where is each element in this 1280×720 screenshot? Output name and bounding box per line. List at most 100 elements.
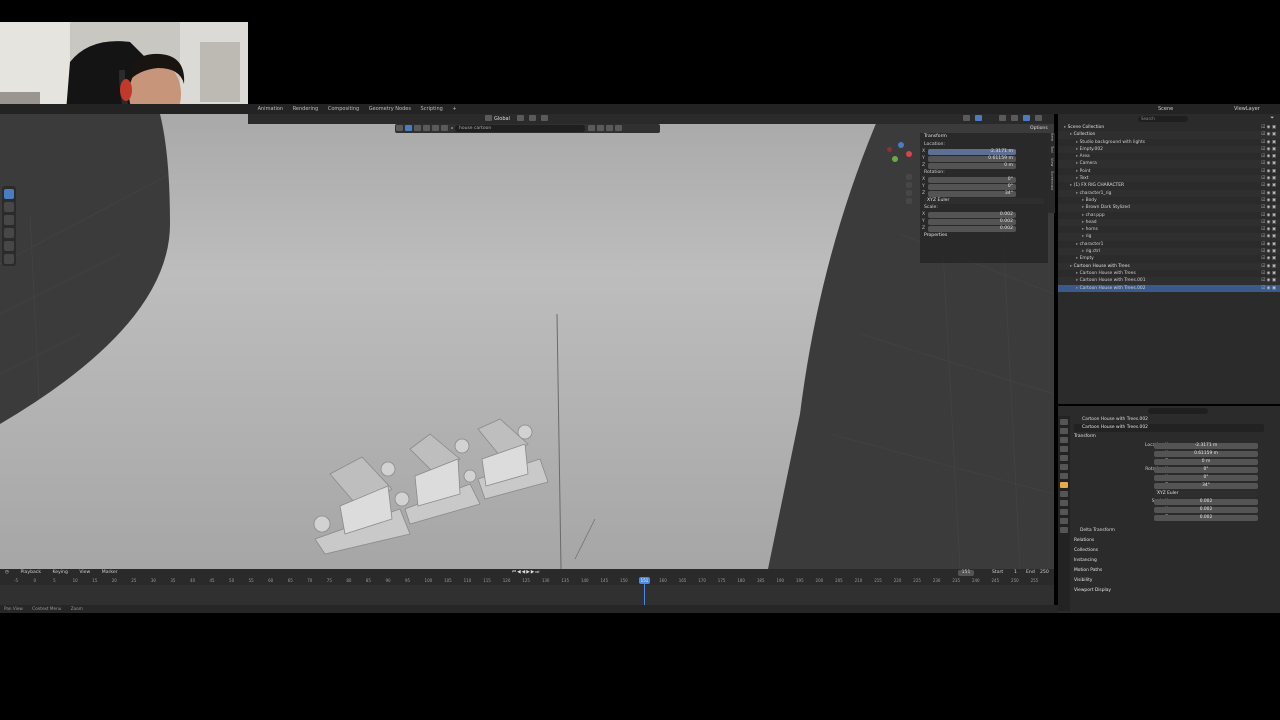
outliner-row[interactable]: ▸ horns ☑ ◉ ▣ <box>1058 226 1280 233</box>
outliner-row[interactable]: ▸ Text ☑ ◉ ▣ <box>1058 175 1280 183</box>
scale-z-field[interactable]: 0.002 <box>1154 514 1258 522</box>
n-rotation-y-field[interactable]: 0° <box>928 183 1016 190</box>
n-tab-view[interactable]: View <box>1050 158 1054 166</box>
visibility-eye-icon[interactable]: ☑ ◉ ▣ <box>1261 190 1276 197</box>
view-layer-selector[interactable]: ViewLayer <box>1234 104 1260 114</box>
outliner-row[interactable]: ▸ head ☑ ◉ ▣ <box>1058 218 1280 227</box>
n-properties-header[interactable]: Properties <box>920 232 1048 240</box>
visibility-eye-icon[interactable]: ☑ ◉ ▣ <box>1261 270 1276 277</box>
n-rotation-z-field[interactable]: 34° <box>928 190 1016 197</box>
select-invert-icon[interactable] <box>432 125 439 131</box>
scene-selector[interactable]: Scene <box>1158 104 1173 114</box>
visibility-eye-icon[interactable]: ☑ ◉ ▣ <box>1261 219 1276 226</box>
output-props-tab-icon[interactable] <box>1060 437 1068 443</box>
cursor-tool-icon[interactable] <box>4 202 14 212</box>
outliner-row[interactable]: ▸ Studio background with lights ☑ ◉ ▣ <box>1058 139 1280 146</box>
location-y-field[interactable]: 0.61159 m <box>1154 450 1258 458</box>
outliner-row[interactable]: ▸ char.ppp ☑ ◉ ▣ <box>1058 212 1280 219</box>
outliner-row[interactable]: ▸ (1) FX RIG CHARACTER ☑ ◉ ▣ <box>1058 182 1280 189</box>
viewport-display-panel[interactable]: Viewport Display <box>1058 586 1280 596</box>
outliner-row[interactable]: ▸ rig ☑ ◉ ▣ <box>1058 233 1280 241</box>
tab-compositing[interactable]: Compositing <box>324 104 363 114</box>
scale-y-field[interactable]: 0.002 <box>1154 506 1258 514</box>
visibility-eye-icon[interactable]: ☑ ◉ ▣ <box>1261 131 1276 138</box>
object-name-field[interactable]: Cartoon House with Trees.002 <box>1074 424 1264 432</box>
n-tab-screencast[interactable]: Screencast <box>1050 171 1054 190</box>
outliner-row[interactable]: ▸ Cartoon House with Trees ☑ ◉ ▣ <box>1058 270 1280 277</box>
visibility-eye-icon[interactable]: ☑ ◉ ▣ <box>1261 204 1276 211</box>
hand-pan-icon[interactable] <box>906 182 912 188</box>
data-props-tab-icon[interactable] <box>1060 518 1068 524</box>
transform-orientation-dropdown[interactable]: Global <box>494 114 510 124</box>
frame-ruler[interactable]: -5 0 5 10 15 20 25 30 35 40 45 50 55 60 65 70 75 80 85 90 95… <box>0 577 1054 585</box>
n-scale-y-field[interactable]: 0.002 <box>928 218 1016 225</box>
relations-panel[interactable]: Relations <box>1058 536 1280 546</box>
outliner-row[interactable]: ▸ Body ☑ ◉ ▣ <box>1058 197 1280 204</box>
xray-icon[interactable] <box>999 115 1006 121</box>
move-tool-icon[interactable] <box>4 215 14 225</box>
physics-props-tab-icon[interactable] <box>1060 500 1068 506</box>
location-x-field[interactable]: -2.3171 m <box>1154 442 1258 450</box>
marker-menu[interactable]: Marker <box>97 569 123 577</box>
filter-icon[interactable] <box>587 125 595 131</box>
keying-menu[interactable]: Keying <box>47 569 72 577</box>
options-dropdown[interactable]: Options <box>1030 126 1048 131</box>
playback-menu[interactable]: Playback <box>15 569 46 577</box>
select-subtract-icon[interactable] <box>423 125 430 131</box>
scale-x-field[interactable]: 0.002 <box>1154 498 1258 506</box>
zoom-icon[interactable] <box>906 174 912 180</box>
visibility-eye-icon[interactable]: ☑ ◉ ▣ <box>1261 285 1276 292</box>
n-rotation-x-field[interactable]: 0° <box>928 176 1016 183</box>
n-location-x-field[interactable]: -2.3171 m <box>928 148 1016 155</box>
timeline-editor-icon[interactable]: ◷ <box>0 569 14 577</box>
visibility-eye-icon[interactable]: ☑ ◉ ▣ <box>1261 197 1276 204</box>
grid-perspective-icon[interactable] <box>906 198 912 204</box>
select-intersect-icon[interactable] <box>441 125 448 131</box>
outliner-row[interactable]: ▸ Cartoon House with Trees ☑ ◉ ▣ <box>1058 262 1280 270</box>
outliner-filter-icon[interactable]: ⏷ <box>1270 115 1274 121</box>
outliner-row[interactable]: ▸ Cartoon House with Trees.002 ☑ ◉ ▣ <box>1058 284 1280 292</box>
orientation-icon[interactable] <box>485 115 492 121</box>
asset-search-input[interactable]: house cartoon <box>455 124 585 132</box>
select-box-icon[interactable] <box>396 125 403 131</box>
scene-props-tab-icon[interactable] <box>1060 455 1068 461</box>
object-props-tab-icon[interactable] <box>1060 482 1068 488</box>
outliner-row[interactable]: ▸ character1 ☑ ◉ ▣ <box>1058 241 1280 248</box>
visibility-eye-icon[interactable]: ☑ ◉ ▣ <box>1261 263 1276 270</box>
visibility-eye-icon[interactable]: ☑ ◉ ▣ <box>1261 160 1276 167</box>
outliner-row[interactable]: ▸ Point ☑ ◉ ▣ <box>1058 168 1280 175</box>
outliner-row[interactable]: ▸ Area ☑ ◉ ▣ <box>1058 153 1280 160</box>
scale-tool-icon[interactable] <box>4 241 14 251</box>
outliner-row[interactable]: ▸ Camera ☑ ◉ ▣ <box>1058 160 1280 168</box>
n-scale-z-field[interactable]: 0.002 <box>928 225 1016 232</box>
pivot-icon[interactable] <box>517 115 524 121</box>
outliner-row[interactable]: ▸ Empty.002 ☑ ◉ ▣ <box>1058 145 1280 154</box>
tab-scripting[interactable]: Scripting <box>417 104 447 114</box>
collections-panel[interactable]: Collections <box>1058 546 1280 556</box>
visibility-eye-icon[interactable]: ☑ ◉ ▣ <box>1261 233 1276 240</box>
camera-view-icon[interactable] <box>906 190 912 196</box>
visibility-eye-icon[interactable]: ☑ ◉ ▣ <box>1261 124 1276 131</box>
current-frame-field[interactable]: 151 <box>958 569 974 576</box>
add-workspace-button[interactable]: + <box>448 104 460 114</box>
visibility-eye-icon[interactable]: ☑ ◉ ▣ <box>1261 175 1276 182</box>
visibility-eye-icon[interactable]: ☑ ◉ ▣ <box>1261 277 1276 284</box>
end-frame-field[interactable]: 250 <box>1040 569 1049 577</box>
world-props-tab-icon[interactable] <box>1060 464 1068 470</box>
tool-props-tab-icon[interactable] <box>1060 419 1068 425</box>
outliner-row[interactable]: ▸ Empty ☑ ◉ ▣ <box>1058 255 1280 262</box>
gizmo-toggle-icon[interactable] <box>963 115 970 121</box>
3d-viewport[interactable] <box>0 114 1054 569</box>
playback-controls[interactable]: ⏮◀◀▶▶⏭ <box>512 569 540 577</box>
navigation-gizmo[interactable] <box>884 140 914 170</box>
render-props-tab-icon[interactable] <box>1060 428 1068 434</box>
properties-search-input[interactable] <box>1148 408 1208 414</box>
visibility-eye-icon[interactable]: ☑ ◉ ▣ <box>1261 226 1276 233</box>
visibility-eye-icon[interactable]: ☑ ◉ ▣ <box>1261 241 1276 248</box>
tab-animation[interactable]: Animation <box>254 104 288 114</box>
funnel-icon[interactable] <box>614 125 622 131</box>
n-tab-tool[interactable]: Tool <box>1050 146 1054 153</box>
solid-shading-icon[interactable] <box>1023 115 1030 121</box>
outliner-row[interactable]: ▸ character1_rig ☑ ◉ ▣ <box>1058 189 1280 197</box>
visibility-eye-icon[interactable]: ☑ ◉ ▣ <box>1261 153 1276 160</box>
